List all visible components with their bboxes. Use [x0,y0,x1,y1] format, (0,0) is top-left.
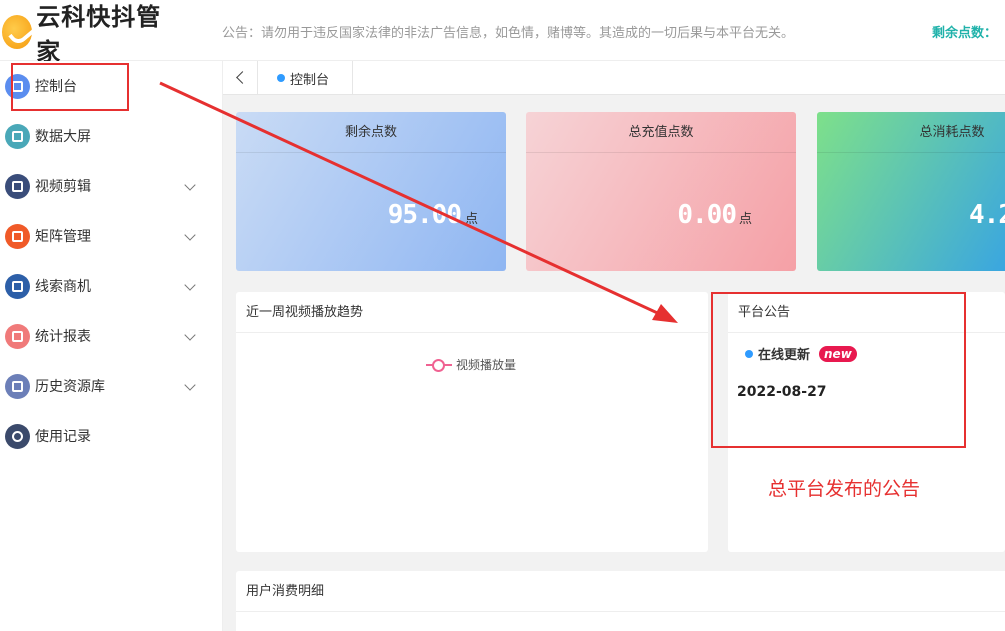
arrow-head [652,304,678,323]
arrow-line [159,81,665,318]
annotation-arrow [159,81,678,323]
annotation-label: 总平台发布的公告 [768,478,921,500]
